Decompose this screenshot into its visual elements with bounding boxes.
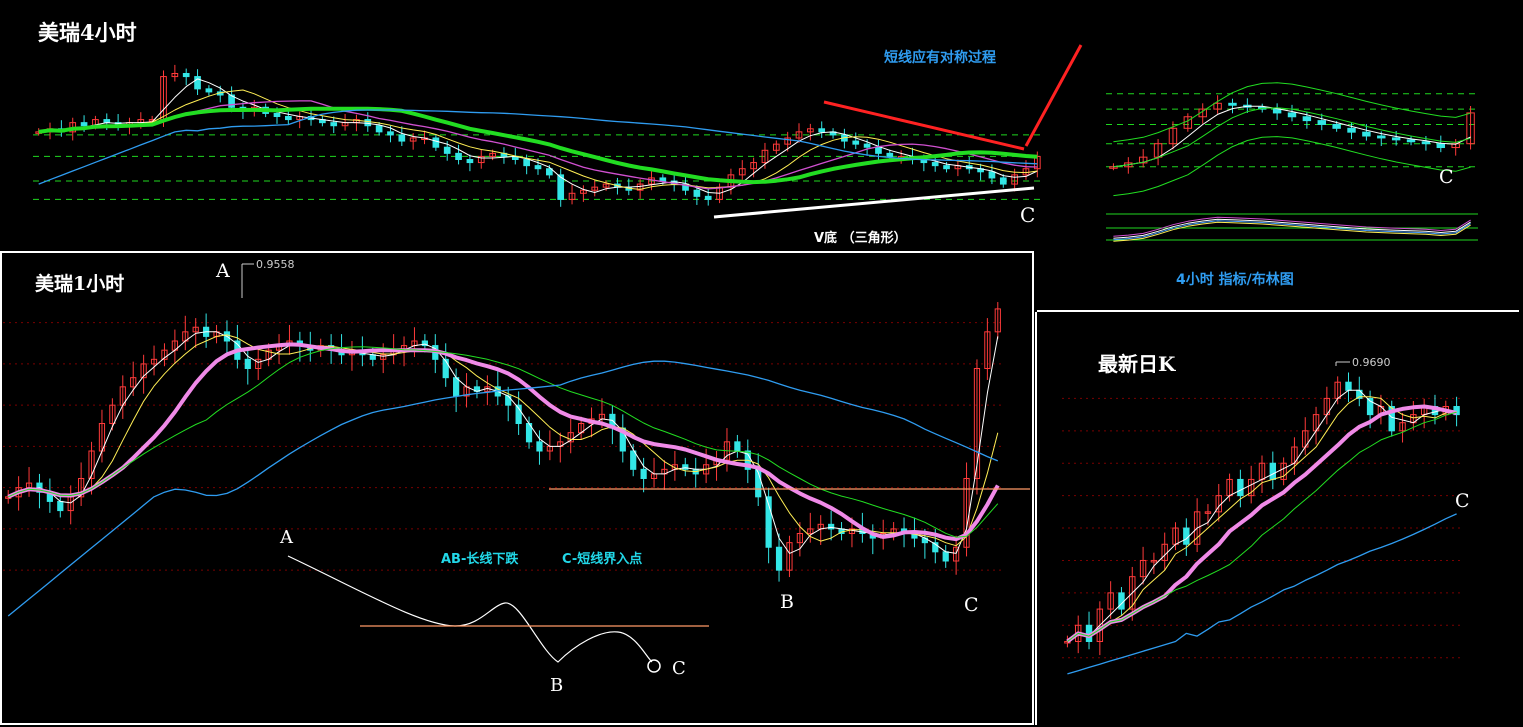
panel-1h-point-a: A bbox=[215, 260, 230, 282]
panel-4h-note: 短线应有对称过程 bbox=[884, 49, 996, 66]
candle-body bbox=[988, 171, 996, 179]
panel-indicator-point-c: C bbox=[1439, 166, 1454, 188]
panel-4h-title: 美瑞4小时 bbox=[38, 20, 137, 45]
candle-body bbox=[1377, 135, 1386, 139]
ma-yellow bbox=[7, 334, 999, 547]
sketch-point-a: A bbox=[279, 527, 294, 548]
panel-1h-point-c: C bbox=[964, 594, 979, 616]
boll-lower bbox=[1113, 136, 1471, 197]
candle-body bbox=[943, 165, 950, 170]
candle-body bbox=[852, 140, 860, 145]
candle-body bbox=[863, 143, 871, 148]
sketch-caption-ab: AB-长线下跌 bbox=[441, 551, 519, 567]
candle-body bbox=[534, 165, 542, 170]
chart-canvas: 美瑞4小时 短线应有对称过程 C V底 （三角形） 美瑞1小时 A 0.9558… bbox=[0, 20, 1519, 725]
candle-body bbox=[205, 88, 213, 93]
candle-body bbox=[80, 122, 88, 127]
candle-body bbox=[443, 146, 451, 154]
panel-4h-caption: V底 （三角形） bbox=[814, 230, 907, 246]
candle-body bbox=[659, 177, 667, 182]
candle-body bbox=[1302, 116, 1312, 122]
candle-body bbox=[693, 189, 701, 197]
candle-body bbox=[375, 125, 383, 133]
candle-body bbox=[704, 195, 712, 200]
candle-body bbox=[1269, 462, 1277, 480]
candle-body bbox=[999, 177, 1007, 185]
white-trendline-rising bbox=[713, 186, 1035, 219]
candle-body bbox=[523, 159, 530, 167]
candle-body bbox=[875, 146, 882, 154]
ma-pink-thick bbox=[7, 342, 1000, 542]
candle-body bbox=[387, 131, 394, 136]
panel-1h-point-b: B bbox=[780, 591, 794, 613]
candle-body bbox=[682, 464, 689, 470]
candle-body bbox=[536, 441, 543, 452]
panel-daily-title: 最新日K bbox=[1098, 352, 1176, 376]
panel-daily-high-label: 0.9690 bbox=[1352, 356, 1391, 369]
candle-body bbox=[1332, 123, 1341, 129]
candle-body bbox=[1362, 131, 1371, 137]
candle-body bbox=[273, 112, 281, 118]
candle-body bbox=[455, 152, 462, 161]
candle-body bbox=[1436, 143, 1446, 149]
panel-4h-point-c: C bbox=[1020, 203, 1035, 227]
red-trendline-rising bbox=[1024, 44, 1083, 147]
candle-body bbox=[182, 73, 190, 78]
candle-body bbox=[942, 551, 949, 562]
ma-white bbox=[1067, 389, 1457, 642]
sketch-point-b: B bbox=[550, 675, 563, 696]
candle-body bbox=[466, 159, 474, 164]
candle-body bbox=[432, 137, 440, 148]
candle-body bbox=[1391, 137, 1401, 141]
ma-blue bbox=[1067, 513, 1457, 675]
candle-body bbox=[734, 441, 741, 452]
candle-body bbox=[640, 468, 647, 480]
sketch-point-c: C bbox=[672, 658, 686, 679]
ma-pink-thick bbox=[1066, 404, 1458, 644]
sketch-caption-c: C-短线界入点 bbox=[562, 551, 642, 567]
candle-body bbox=[57, 500, 64, 512]
candle-body bbox=[1237, 478, 1244, 497]
candle-body bbox=[1118, 592, 1125, 610]
candle-body bbox=[1272, 108, 1282, 114]
ma-green bbox=[7, 346, 999, 538]
candle-body bbox=[442, 358, 449, 379]
panel-daily bbox=[1062, 372, 1462, 675]
candle-body bbox=[364, 119, 372, 127]
panel-1h bbox=[3, 302, 1003, 617]
candle-body bbox=[886, 152, 894, 157]
ma-green bbox=[1067, 411, 1457, 642]
chart-composite: 美瑞4小时 短线应有对称过程 C V底 （三角形） 美瑞1小时 A 0.9558… bbox=[0, 0, 1523, 727]
panel-4h bbox=[33, 64, 1043, 207]
candle-body bbox=[285, 116, 292, 121]
candle-body bbox=[828, 523, 835, 530]
sketch-curve bbox=[287, 555, 653, 663]
panel-indicator-caption: 4小时 指标/布林图 bbox=[1176, 271, 1294, 288]
panel-4h-indicator bbox=[1106, 82, 1478, 242]
sketch-point-c-marker bbox=[647, 659, 661, 673]
candle-body bbox=[398, 134, 406, 142]
panel-1h-frame bbox=[0, 251, 1034, 725]
candle-body bbox=[1406, 139, 1416, 143]
candle-body bbox=[775, 546, 783, 571]
candle-body bbox=[244, 358, 251, 370]
candle-body bbox=[505, 395, 512, 406]
candle-body bbox=[1347, 127, 1356, 133]
candle-body bbox=[1287, 112, 1297, 118]
panel-daily-point-c: C bbox=[1455, 490, 1470, 512]
candle-body bbox=[1183, 527, 1190, 545]
candle-body bbox=[630, 450, 637, 470]
candle-body bbox=[1228, 102, 1237, 106]
panel-1h-title: 美瑞1小时 bbox=[35, 272, 124, 295]
candle-body bbox=[453, 377, 460, 397]
candle-body bbox=[330, 122, 338, 127]
ma-white bbox=[38, 78, 1038, 194]
panel-1h-high-label: 0.9558 bbox=[256, 258, 295, 271]
candle-body bbox=[931, 162, 939, 167]
candle-body bbox=[818, 128, 826, 133]
candle-body bbox=[1317, 120, 1326, 125]
candle-body bbox=[1345, 381, 1352, 391]
candle-body bbox=[1421, 141, 1431, 145]
